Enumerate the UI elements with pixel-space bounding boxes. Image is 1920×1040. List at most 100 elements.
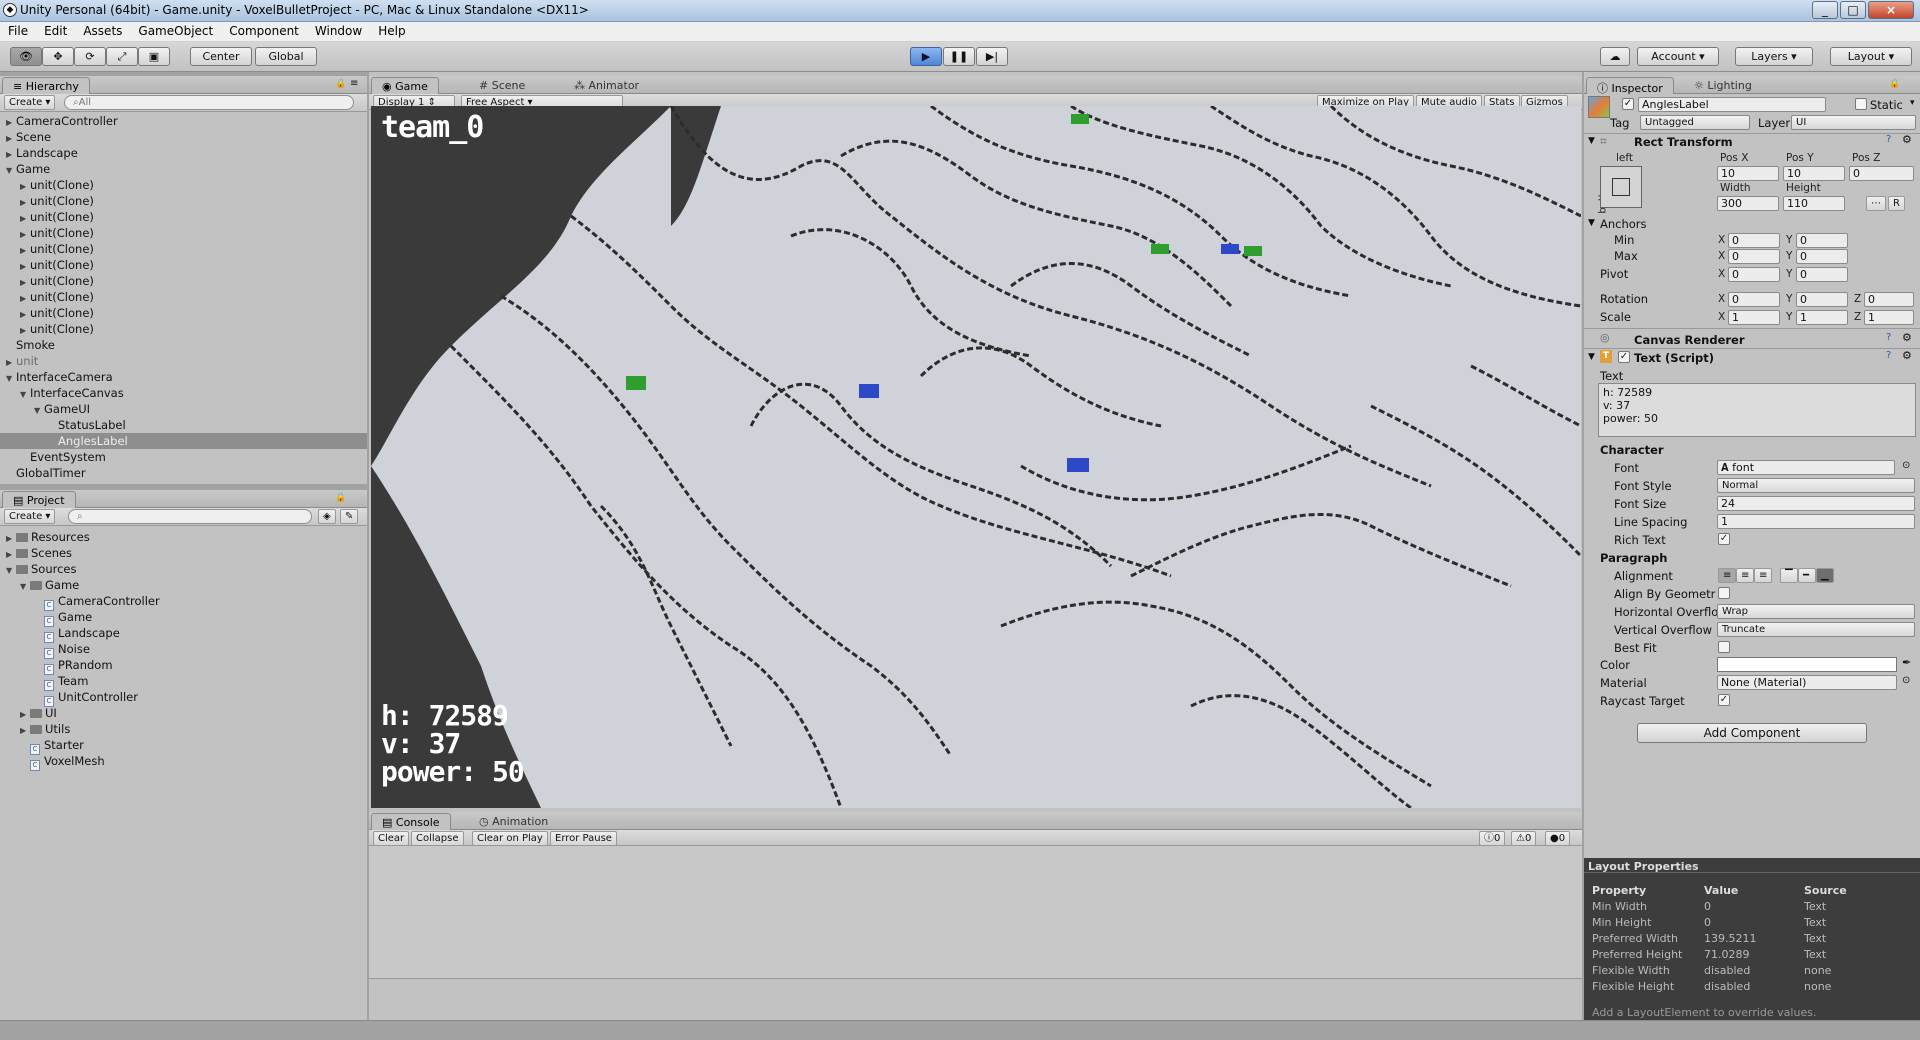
help-icon[interactable]: ?: [1886, 350, 1891, 361]
hierarchy-item[interactable]: ▶ unit(Clone): [0, 289, 367, 305]
voverflow-dropdown[interactable]: Truncate: [1717, 622, 1915, 637]
console-log-area[interactable]: [369, 846, 1582, 978]
project-search-input[interactable]: ⌕: [68, 509, 312, 524]
gear-icon[interactable]: ⚙: [1902, 349, 1912, 362]
game-viewport[interactable]: team_0 h: 72589 v: 37 power: 50: [371, 106, 1581, 808]
posx-field[interactable]: 10: [1717, 166, 1779, 181]
warning-count-button[interactable]: ⚠0: [1511, 831, 1537, 846]
rotate-tool-button[interactable]: ⟳: [74, 47, 106, 66]
play-button[interactable]: ▶: [910, 47, 942, 66]
width-field[interactable]: 300: [1717, 196, 1779, 211]
gear-icon[interactable]: ⚙: [1902, 133, 1912, 146]
rect-transform-foldout-icon[interactable]: ▼: [1588, 136, 1595, 146]
anchor-max-y-field[interactable]: 0: [1796, 249, 1848, 264]
move-tool-button[interactable]: ✥: [42, 47, 74, 66]
font-field[interactable]: 𝐀 font: [1717, 460, 1895, 475]
chevron-down-icon[interactable]: ▾: [1910, 98, 1915, 108]
lock-icon[interactable]: 🔒: [335, 493, 346, 503]
align-left-button[interactable]: ≡: [1718, 568, 1736, 583]
hand-tool-button[interactable]: 👁: [10, 47, 42, 66]
expand-down-icon[interactable]: ▼: [6, 563, 16, 579]
rotation-z-field[interactable]: 0: [1864, 292, 1914, 307]
hierarchy-item[interactable]: ▶ unit: [0, 353, 367, 369]
bestfit-checkbox[interactable]: [1718, 641, 1730, 653]
anchor-presets-button[interactable]: [1600, 166, 1642, 208]
expand-down-icon[interactable]: ▼: [34, 403, 44, 419]
rect-tool-button[interactable]: ▣: [138, 47, 170, 66]
tab-project[interactable]: ▤ Project: [2, 491, 76, 508]
static-checkbox[interactable]: [1855, 98, 1867, 110]
text-content-area[interactable]: h: 72589 v: 37 power: 50: [1598, 383, 1916, 437]
project-item[interactable]: C Team: [0, 673, 367, 691]
posz-field[interactable]: 0: [1849, 166, 1914, 181]
hierarchy-item[interactable]: ▶ unit(Clone): [0, 273, 367, 289]
project-item[interactable]: C Noise: [0, 641, 367, 659]
color-swatch[interactable]: [1717, 657, 1897, 672]
scale-y-field[interactable]: 1: [1796, 310, 1848, 325]
menu-component[interactable]: Component: [221, 22, 307, 38]
hoverflow-dropdown[interactable]: Wrap: [1717, 604, 1915, 619]
linespacing-field[interactable]: 1: [1717, 514, 1915, 529]
project-item[interactable]: C Landscape: [0, 625, 367, 643]
menu-edit[interactable]: Edit: [36, 22, 75, 38]
tab-game[interactable]: ◉ Game: [371, 77, 439, 94]
expand-down-icon[interactable]: ▼: [20, 579, 30, 595]
material-field[interactable]: None (Material): [1717, 675, 1897, 690]
menu-gameobject[interactable]: GameObject: [130, 22, 221, 38]
scale-tool-button[interactable]: ⤢: [106, 47, 138, 66]
anchor-max-x-field[interactable]: 0: [1728, 249, 1780, 264]
pivot-x-field[interactable]: 0: [1728, 267, 1780, 282]
error-pause-button[interactable]: Error Pause: [550, 831, 617, 846]
text-enabled-checkbox[interactable]: ✓: [1618, 351, 1630, 363]
hierarchy-item[interactable]: Smoke: [0, 337, 367, 353]
align-top-button[interactable]: ▔: [1780, 568, 1798, 583]
project-item[interactable]: ▶ UI: [0, 705, 367, 721]
expand-down-icon[interactable]: ▼: [20, 387, 30, 403]
align-middle-button[interactable]: ━: [1798, 568, 1816, 583]
project-item[interactable]: C PRandom: [0, 657, 367, 675]
layers-dropdown[interactable]: Layers ▾: [1735, 47, 1813, 66]
filter-label-button[interactable]: ✎: [340, 509, 359, 524]
align-bottom-button[interactable]: ▁: [1816, 568, 1834, 583]
hierarchy-item[interactable]: ▼ GameUI: [0, 401, 367, 417]
fontstyle-dropdown[interactable]: Normal: [1717, 478, 1915, 493]
raw-edit-button[interactable]: R: [1888, 196, 1905, 211]
lock-icon[interactable]: 🔒: [335, 79, 346, 89]
hierarchy-item[interactable]: ▼ Game: [0, 161, 367, 177]
project-create-button[interactable]: Create ▾: [4, 509, 56, 524]
pivot-center-button[interactable]: Center: [190, 47, 252, 66]
anchors-foldout-icon[interactable]: ▼: [1588, 218, 1595, 228]
project-item[interactable]: C Game: [0, 609, 367, 627]
project-item[interactable]: ▶ Scenes: [0, 545, 367, 561]
richtext-checkbox[interactable]: ✓: [1718, 533, 1730, 545]
close-button[interactable]: ×: [1868, 1, 1914, 19]
hierarchy-create-button[interactable]: Create ▾: [4, 95, 56, 110]
text-script-foldout-icon[interactable]: ▼: [1588, 352, 1595, 362]
object-picker-icon[interactable]: ⊙: [1902, 675, 1910, 686]
object-name-field[interactable]: AnglesLabel: [1638, 97, 1826, 112]
posy-field[interactable]: 10: [1783, 166, 1845, 181]
tab-console[interactable]: ▤ Console: [371, 813, 451, 830]
lock-icon[interactable]: 🔒: [1889, 79, 1900, 89]
gear-icon[interactable]: ⚙: [1902, 331, 1912, 344]
rotation-y-field[interactable]: 0: [1796, 292, 1848, 307]
hierarchy-item[interactable]: ▼ InterfaceCamera: [0, 369, 367, 385]
expand-down-icon[interactable]: ▼: [6, 163, 16, 179]
project-item[interactable]: ▼ Game: [0, 577, 367, 593]
menu-window[interactable]: Window: [307, 22, 370, 38]
help-icon[interactable]: ?: [1886, 134, 1891, 145]
hierarchy-search-input[interactable]: ⌕All: [64, 95, 354, 110]
layout-dropdown[interactable]: Layout ▾: [1830, 47, 1912, 66]
clear-button[interactable]: Clear: [373, 831, 410, 846]
hierarchy-item[interactable]: ▶ CameraController: [0, 113, 367, 129]
project-item[interactable]: C UnitController: [0, 689, 367, 707]
minimize-button[interactable]: _: [1812, 1, 1838, 19]
filter-type-button[interactable]: ◈: [318, 509, 336, 524]
anchor-min-x-field[interactable]: 0: [1728, 233, 1780, 248]
menu-assets[interactable]: Assets: [75, 22, 130, 38]
active-checkbox[interactable]: ✓: [1622, 98, 1634, 110]
hierarchy-item[interactable]: ▶ unit(Clone): [0, 209, 367, 225]
hierarchy-item[interactable]: EventSystem: [0, 449, 367, 465]
pause-button[interactable]: ❚❚: [943, 47, 975, 66]
anchor-min-y-field[interactable]: 0: [1796, 233, 1848, 248]
